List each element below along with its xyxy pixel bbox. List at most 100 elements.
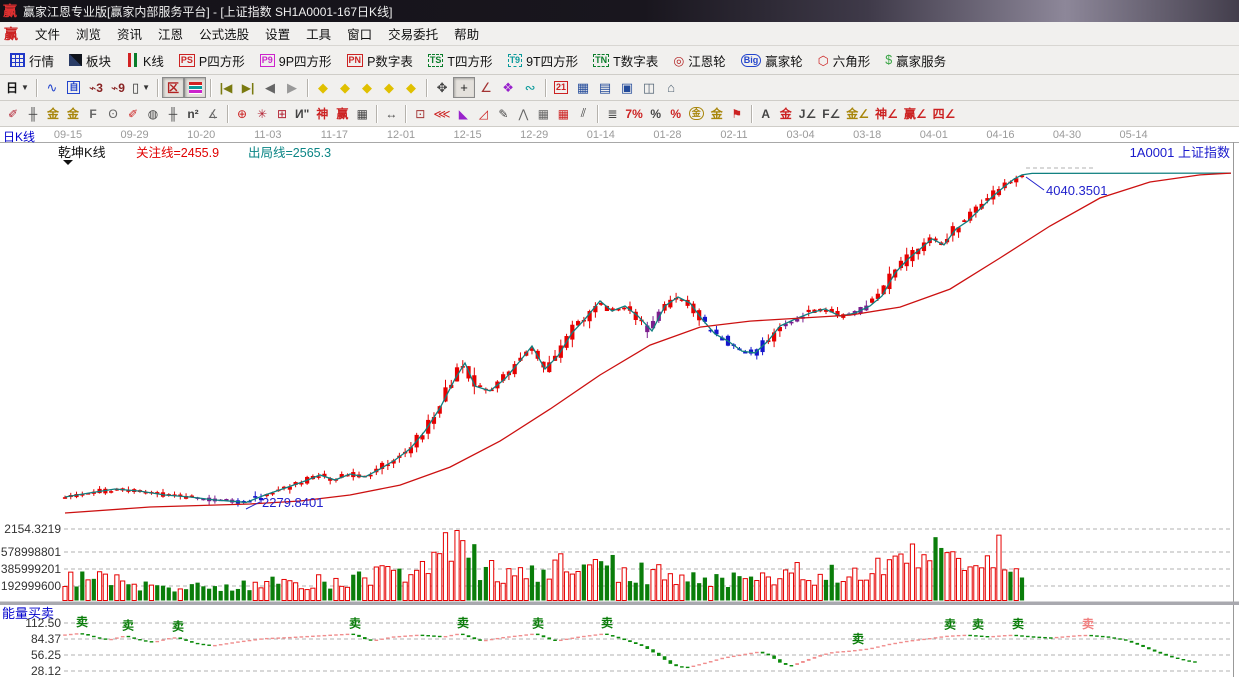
menu-item-trade[interactable]: 交易委托 bbox=[380, 22, 446, 45]
chart-canvas[interactable]: 09-15 09-29 10-20 11-03 11-17 12-01 12-15 12-29… bbox=[0, 127, 1239, 677]
crosshair-tool-button[interactable]: + bbox=[453, 77, 476, 98]
h-span-button[interactable]: ↔ bbox=[381, 103, 401, 124]
shift-left-button[interactable]: ◆ bbox=[312, 77, 334, 98]
grid-box-red-button[interactable]: ▦ bbox=[553, 103, 573, 124]
network-share-button[interactable]: ◫ bbox=[638, 77, 660, 98]
save-button[interactable]: ▣ bbox=[616, 77, 638, 98]
spiral-tool-button[interactable]: ʘ bbox=[103, 103, 123, 124]
gold-gann-v-button[interactable]: 金 bbox=[43, 103, 63, 124]
gann-wheel-button[interactable]: ◎ 江恩轮 bbox=[666, 48, 732, 73]
next-page-button[interactable]: ▶ bbox=[281, 77, 303, 98]
gold-level-button[interactable]: 金 bbox=[707, 103, 727, 124]
menu-item-browse[interactable]: 浏览 bbox=[68, 22, 109, 45]
gold-gann-h-button[interactable]: 金 bbox=[63, 103, 83, 124]
hand-tool-button[interactable]: ✥ bbox=[431, 77, 453, 98]
gold-angle-button[interactable]: 金∠ bbox=[843, 103, 872, 124]
f-angle-button[interactable]: F∠ bbox=[819, 103, 843, 124]
winner-service-button[interactable]: $ 赢家服务 bbox=[878, 48, 953, 73]
t-table-button[interactable]: TN T数字表 bbox=[586, 48, 665, 73]
p-square-button[interactable]: PS P四方形 bbox=[172, 48, 252, 73]
period-day-button[interactable]: 日 ▼ bbox=[3, 77, 32, 98]
grid-box-button[interactable]: ▦ bbox=[533, 103, 553, 124]
angle-measure-button[interactable]: ∠ bbox=[475, 77, 497, 98]
info-panel-button[interactable]: 自 bbox=[63, 77, 85, 98]
date-tick: 11-17 bbox=[321, 129, 348, 141]
last-page-button[interactable]: ▶| bbox=[237, 77, 259, 98]
percent-zone-button[interactable]: 7% bbox=[622, 103, 645, 124]
quotes-button[interactable]: 行情 bbox=[3, 48, 61, 73]
ladder-button[interactable]: ≣ bbox=[602, 103, 622, 124]
grid-circle-button[interactable]: ⊞ bbox=[272, 103, 292, 124]
time-wheel-button[interactable]: ◍ bbox=[143, 103, 163, 124]
menu-item-news[interactable]: 资讯 bbox=[109, 22, 150, 45]
calendar-button[interactable]: 21 bbox=[550, 77, 572, 98]
winner-wheel-button[interactable]: Big 赢家轮 bbox=[734, 48, 810, 73]
flag-marker-button[interactable]: ⚑ bbox=[727, 103, 747, 124]
sectors-button[interactable]: 板块 bbox=[62, 48, 118, 73]
grid-123-button[interactable]: ▦ bbox=[352, 103, 372, 124]
percent-line-button[interactable]: % bbox=[666, 103, 686, 124]
ying-grid-button[interactable]: 赢 bbox=[332, 103, 352, 124]
time-grid-button[interactable]: ╫ bbox=[163, 103, 183, 124]
measure-compass-button[interactable]: ✐ bbox=[123, 103, 143, 124]
remote-pc-button[interactable]: ⌂ bbox=[660, 77, 682, 98]
gold-red-button[interactable]: 金 bbox=[776, 103, 796, 124]
calculator-button[interactable]: ▦ bbox=[572, 77, 594, 98]
ik-wave-button[interactable]: И" bbox=[292, 103, 312, 124]
compass-pen-button[interactable]: ✐ bbox=[3, 103, 23, 124]
text-a-button[interactable]: A bbox=[756, 103, 776, 124]
hand-tool-icon: ✥ bbox=[436, 79, 448, 95]
f-gann-button[interactable]: F bbox=[83, 103, 103, 124]
notes-button[interactable]: ▤ bbox=[594, 77, 616, 98]
clip-tool-button[interactable]: ❖ bbox=[497, 77, 519, 98]
menu-item-formula-stock-pick[interactable]: 公式选股 bbox=[191, 22, 257, 45]
j-angle-button[interactable]: J∠ bbox=[796, 103, 819, 124]
n-square-button[interactable]: n² bbox=[183, 103, 203, 124]
trend-curves-button[interactable]: ∿ bbox=[41, 77, 63, 98]
wave-3-button[interactable]: ⌁3 bbox=[85, 77, 107, 98]
kline-button[interactable]: K线 bbox=[119, 48, 171, 73]
fan-square-button[interactable]: ◿ bbox=[473, 103, 493, 124]
prev-page-button[interactable]: ◀ bbox=[259, 77, 281, 98]
kline-style-selector[interactable]: 乾坤K线 bbox=[58, 145, 106, 165]
region-kline-button[interactable]: 区 bbox=[162, 77, 185, 98]
9t-square-button[interactable]: T9 9T四方形 bbox=[501, 48, 586, 73]
candle-style-button[interactable]: ▯ ▼ bbox=[129, 77, 153, 98]
fan-box-button[interactable]: ◣ bbox=[453, 103, 473, 124]
percent-button[interactable]: % bbox=[646, 103, 666, 124]
zoom-in-h-button[interactable]: ◆ bbox=[378, 77, 400, 98]
menu-item-settings[interactable]: 设置 bbox=[257, 22, 298, 45]
star-circle-button[interactable]: ✳ bbox=[252, 103, 272, 124]
target-circle-button[interactable]: ⊕ bbox=[232, 103, 252, 124]
menu-item-help[interactable]: 帮助 bbox=[446, 22, 487, 45]
ray-pencil-button[interactable]: ✎ bbox=[493, 103, 513, 124]
t-square-button[interactable]: TS T四方形 bbox=[421, 48, 500, 73]
9p-square-button[interactable]: P9 9P四方形 bbox=[253, 48, 339, 73]
shen-grid-button[interactable]: 神 bbox=[312, 103, 332, 124]
gann-fan-button[interactable]: ⋘ bbox=[430, 103, 453, 124]
menu-item-gann[interactable]: 江恩 bbox=[150, 22, 191, 45]
box-frame-button[interactable]: ⊡ bbox=[410, 103, 430, 124]
four-angle-button[interactable]: 四∠ bbox=[930, 103, 959, 124]
zoom-fit-button[interactable]: ◆ bbox=[400, 77, 422, 98]
gold-circle-button[interactable]: 金 bbox=[686, 103, 707, 124]
color-histogram-button[interactable] bbox=[184, 77, 207, 98]
shift-right-button[interactable]: ◆ bbox=[334, 77, 356, 98]
grid-lines-button[interactable]: ╫ bbox=[23, 103, 43, 124]
pane-splitter[interactable] bbox=[0, 601, 1239, 606]
hexagon-button[interactable]: ⬡ 六角形 bbox=[811, 48, 877, 73]
menu-item-tools[interactable]: 工具 bbox=[298, 22, 339, 45]
parallel-rays-button[interactable]: ⫽ bbox=[573, 103, 593, 124]
shen-angle-button[interactable]: 神∠ bbox=[872, 103, 901, 124]
zoom-out-h-button[interactable]: ◆ bbox=[356, 77, 378, 98]
first-page-button[interactable]: |◀ bbox=[215, 77, 237, 98]
angle-ruler-button[interactable]: ∡ bbox=[203, 103, 223, 124]
brain-tool-button[interactable]: ∾ bbox=[519, 77, 541, 98]
menu-item-window[interactable]: 窗口 bbox=[339, 22, 380, 45]
p-table-button[interactable]: PN P数字表 bbox=[340, 48, 420, 73]
zigzag-button[interactable]: ⋀ bbox=[513, 103, 533, 124]
wave-9-button[interactable]: ⌁9 bbox=[107, 77, 129, 98]
ying-angle-button[interactable]: 赢∠ bbox=[901, 103, 930, 124]
first-page-icon: |◀ bbox=[219, 80, 233, 95]
menu-item-file[interactable]: 文件 bbox=[27, 22, 68, 45]
